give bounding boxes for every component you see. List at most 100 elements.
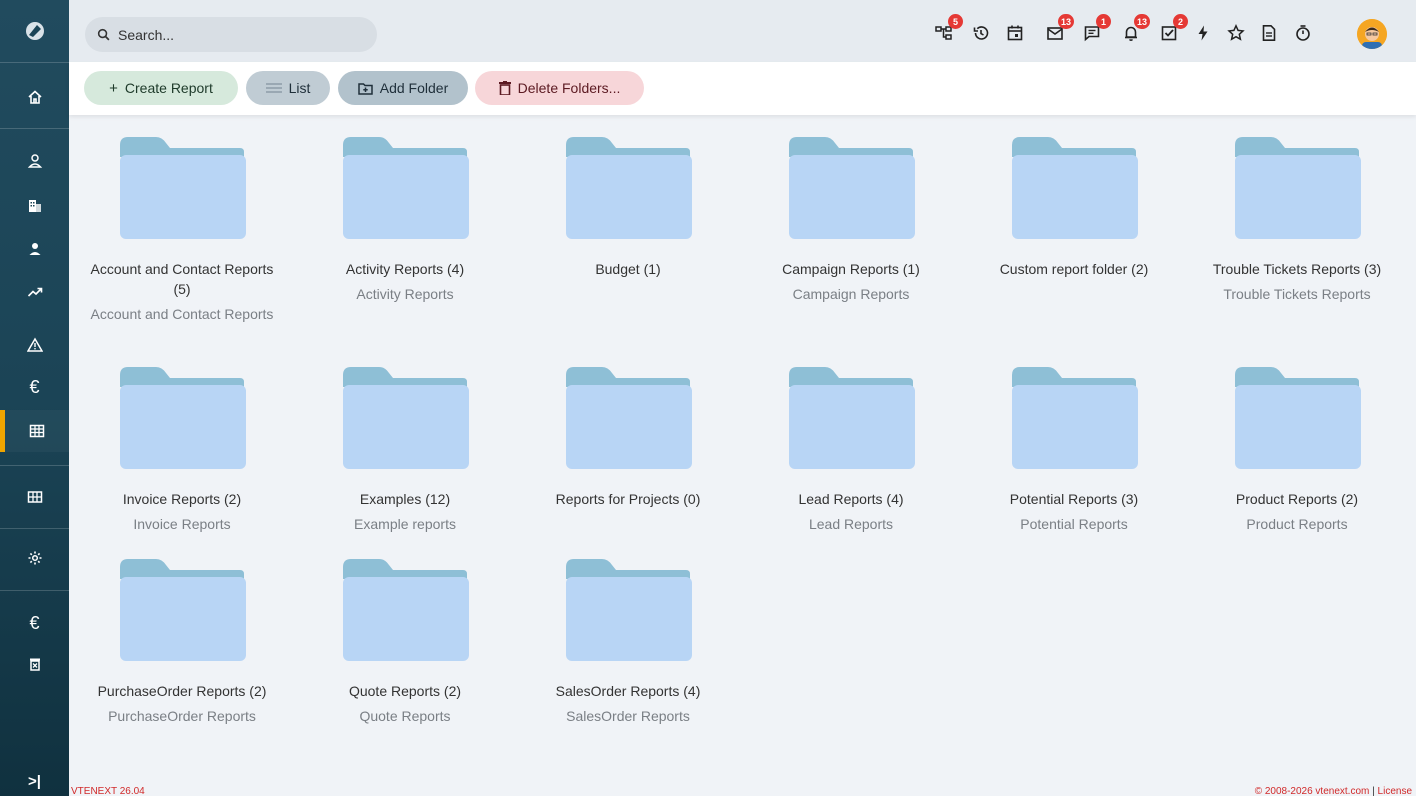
folder-icon [343,367,469,469]
tasks-button[interactable]: 2 [1158,14,1188,44]
folder-item[interactable]: Campaign Reports (1) Campaign Reports [751,137,951,304]
folder-item[interactable]: Budget (1) [528,137,728,284]
folder-item[interactable]: Activity Reports (4) Activity Reports [305,137,505,304]
folder-description: Trouble Tickets Reports [1223,286,1371,302]
app-logo[interactable] [0,0,69,62]
folder-item[interactable]: SalesOrder Reports (4) SalesOrder Report… [528,559,728,726]
sidebar-item-accounts[interactable] [0,185,69,227]
folder-item[interactable]: Lead Reports (4) Lead Reports [751,367,951,534]
messages-button[interactable]: 1 [1081,14,1111,44]
footer-copyright: © 2008-2026 vtenext.com | License [1255,786,1412,796]
copyright-link[interactable]: © 2008-2026 vtenext.com [1255,786,1370,796]
create-report-button[interactable]: + Create Report [84,71,238,105]
folder-item[interactable]: Product Reports (2) Product Reports [1197,367,1397,534]
sidebar-item-reports[interactable] [0,410,69,452]
folder-title: Product Reports (2) [1235,491,1359,507]
create-report-label: Create Report [124,80,213,96]
calendar-button[interactable] [1004,22,1026,44]
folder-item[interactable]: PurchaseOrder Reports (2) PurchaseOrder … [82,559,282,726]
footer-separator: | [1372,786,1375,796]
folder-icon [566,367,692,469]
folder-title: Quote Reports (2) [348,683,462,699]
folder-description: Invoice Reports [133,516,231,532]
search-box[interactable] [85,17,377,52]
folder-title: SalesOrder Reports (4) [555,683,701,699]
folder-icon [1012,137,1138,239]
trending-up-icon [27,287,42,297]
quick-actions-button[interactable] [1192,22,1214,44]
folder-item[interactable]: Quote Reports (2) Quote Reports [305,559,505,726]
folder-description: Activity Reports [356,286,454,302]
folder-description: SalesOrder Reports [566,708,690,724]
search-input[interactable] [118,26,358,43]
folder-item[interactable]: Invoice Reports (2) Invoice Reports [82,367,282,534]
timer-button[interactable] [1292,22,1314,44]
folder-item[interactable]: Potential Reports (3) Potential Reports [974,367,1174,534]
folder-icon [343,559,469,661]
folder-icon [789,367,915,469]
list-icon [265,83,282,93]
folder-description: Lead Reports [808,516,894,532]
folder-title: Lead Reports (4) [798,491,904,507]
notes-button[interactable] [1258,22,1280,44]
add-folder-button[interactable]: Add Folder [338,71,468,105]
search-icon [97,28,110,41]
sidebar-item-trash[interactable] [0,643,69,685]
sidebar-item-budget[interactable]: € [0,602,69,644]
header: 5 13 1 13 2 [69,0,1416,62]
license-link[interactable]: License [1378,786,1412,796]
logo-icon [25,22,44,40]
user-outline-icon [27,154,42,168]
folder-icon [566,559,692,661]
timer-icon [1296,25,1310,41]
hierarchy-badge: 5 [948,14,963,29]
folder-title: Account and Contact Reports (5) [90,261,274,297]
folder-icon [120,367,246,469]
folder-item[interactable]: Examples (12) Example reports [305,367,505,534]
messages-badge: 1 [1096,14,1111,29]
sidebar-item-invoices[interactable]: € [0,366,69,408]
grid-icon [27,491,42,503]
gear-icon [28,551,41,565]
folder-description: Example reports [354,516,456,532]
list-label: List [288,80,311,96]
sidebar-item-tickets[interactable] [0,324,69,366]
folder-title: Campaign Reports (1) [782,261,920,277]
warning-icon [26,337,43,352]
history-button[interactable] [970,22,992,44]
star-icon [1227,24,1245,41]
sidebar-item-leads[interactable] [0,228,69,270]
folder-item[interactable]: Custom report folder (2) [974,137,1174,284]
folder-item[interactable]: Trouble Tickets Reports (3) Trouble Tick… [1197,137,1397,304]
folder-title: Potential Reports (3) [1009,491,1139,507]
sidebar-item-home[interactable] [0,76,69,118]
folder-icon [343,137,469,239]
notifications-badge: 13 [1133,14,1150,29]
tasks-badge: 2 [1173,14,1188,29]
folder-item[interactable]: Reports for Projects (0) [528,367,728,514]
sidebar-item-contacts[interactable] [0,140,69,182]
folder-title: Examples (12) [359,491,451,507]
trash-icon [498,81,511,95]
list-button[interactable]: List [246,71,330,105]
sidebar: € € >| [0,0,69,796]
mail-button[interactable]: 13 [1044,14,1074,44]
folder-item[interactable]: Account and Contact Reports (5) Account … [82,137,282,324]
hierarchy-button[interactable]: 5 [933,14,963,44]
notifications-button[interactable]: 13 [1120,14,1150,44]
folder-description: Account and Contact Reports [90,306,274,322]
folder-icon [789,137,915,239]
delete-folders-button[interactable]: Delete Folders... [475,71,644,105]
folder-icon [1235,137,1361,239]
home-icon [27,90,42,104]
add-folder-label: Add Folder [379,80,449,96]
favorites-button[interactable] [1225,22,1247,44]
sidebar-expand-button[interactable]: >| [0,760,69,796]
mail-badge: 13 [1057,14,1074,29]
version-label: VTENEXT 26.04 [71,786,145,796]
sidebar-item-settings[interactable] [0,537,69,579]
user-avatar[interactable] [1357,19,1387,49]
sidebar-item-grid[interactable] [0,476,69,518]
folder-title: Invoice Reports (2) [122,491,242,507]
sidebar-item-potentials[interactable] [0,271,69,313]
